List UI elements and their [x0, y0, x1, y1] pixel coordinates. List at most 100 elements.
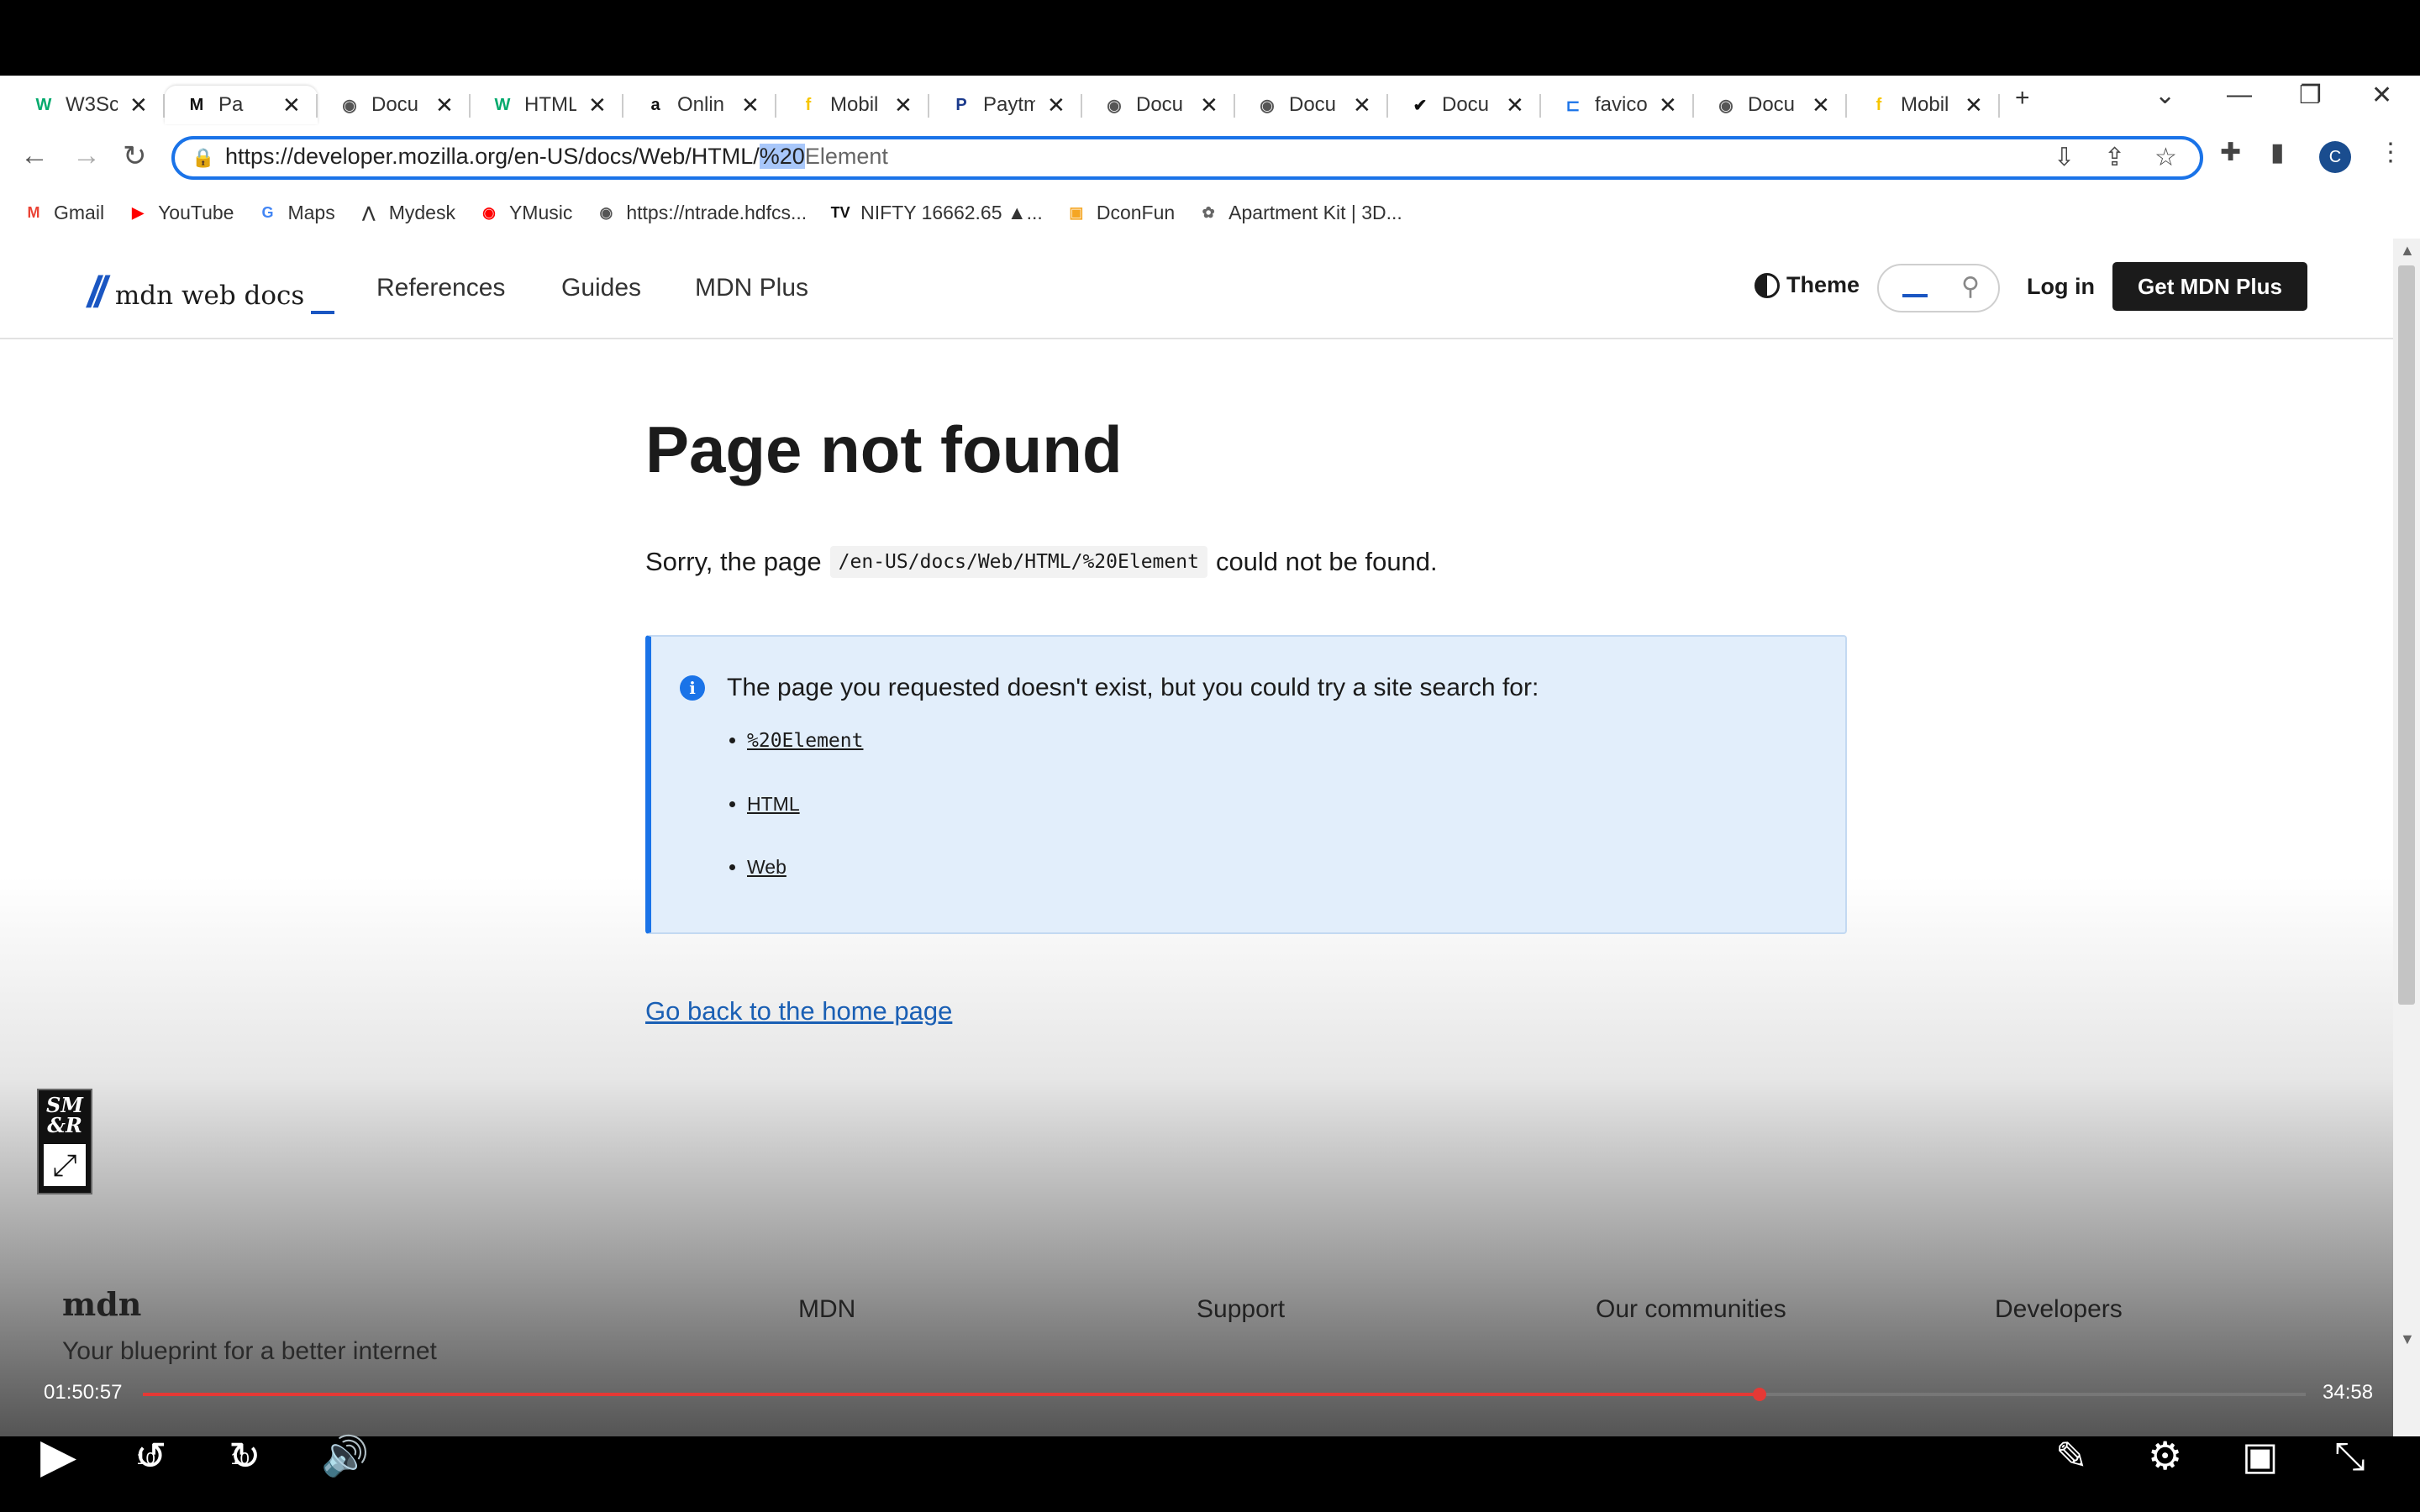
- browser-tab[interactable]: ◉ Docu ✕: [1235, 86, 1388, 124]
- tab-close-icon[interactable]: ✕: [1047, 92, 1065, 118]
- tab-close-icon[interactable]: ✕: [1659, 92, 1677, 118]
- forward-arrow-icon[interactable]: →: [72, 139, 101, 172]
- not-found-message: Sorry, the page /en-US/docs/Web/HTML/%20…: [645, 546, 1438, 578]
- browser-tab[interactable]: ◉ Docu ✕: [1082, 86, 1235, 124]
- site-search-input[interactable]: ⚲: [1877, 264, 2000, 312]
- nav-references[interactable]: References: [376, 274, 505, 302]
- home-page-link[interactable]: Go back to the home page: [645, 996, 952, 1026]
- bookmark-item[interactable]: G Maps: [257, 202, 334, 224]
- bookmark-item[interactable]: ◉ https://ntrade.hdfcs...: [596, 202, 808, 224]
- suggestion-link[interactable]: Web: [747, 856, 786, 878]
- nav-mdn-plus[interactable]: MDN Plus: [695, 274, 808, 302]
- reload-icon[interactable]: ↻: [123, 139, 147, 173]
- bookmark-star-icon[interactable]: ☆: [2154, 143, 2177, 172]
- browser-tab[interactable]: W W3Sch ✕: [12, 86, 165, 124]
- tab-close-icon[interactable]: ✕: [1200, 92, 1218, 118]
- address-bar[interactable]: 🔒 https://developer.mozilla.org/en-US/do…: [171, 136, 2203, 180]
- volume-icon[interactable]: 🔊: [321, 1433, 369, 1479]
- tab-close-icon[interactable]: ✕: [588, 92, 607, 118]
- scroll-up-icon[interactable]: ▲: [2400, 242, 2415, 260]
- tab-title: Onlin: [677, 93, 725, 116]
- tab-close-icon[interactable]: ✕: [894, 92, 913, 118]
- annotate-pencil-icon[interactable]: ✎: [2055, 1433, 2088, 1478]
- browser-tab[interactable]: ◉ Docu ✕: [1694, 86, 1847, 124]
- get-mdn-plus-button[interactable]: Get MDN Plus: [2112, 262, 2307, 311]
- scroll-down-icon[interactable]: ▼: [2400, 1331, 2415, 1348]
- picture-in-picture-icon[interactable]: ▣: [2242, 1433, 2278, 1478]
- ymusic-icon: ◉: [482, 203, 496, 221]
- close-window-icon[interactable]: ✕: [2371, 81, 2392, 110]
- bookmark-item[interactable]: TV NIFTY 16662.65 ▲...: [830, 202, 1043, 224]
- tab-close-icon[interactable]: ✕: [1353, 92, 1371, 118]
- side-panel-icon[interactable]: ▮: [2270, 138, 2285, 167]
- footer-col-support: Support: [1197, 1295, 1286, 1323]
- expand-arrow-icon[interactable]: ⤢: [44, 1144, 86, 1186]
- back-arrow-icon[interactable]: ←: [20, 139, 49, 172]
- tab-close-icon[interactable]: ✕: [129, 92, 148, 118]
- share-icon[interactable]: ⇪: [2104, 143, 2125, 172]
- tab-title: Docu: [1748, 93, 1796, 116]
- browser-tab[interactable]: ◉ Docu ✕: [318, 86, 471, 124]
- bookmark-label: YMusic: [508, 201, 573, 223]
- browser-tab[interactable]: f Mobil ✕: [1847, 86, 2000, 124]
- browser-tab[interactable]: M Pa ✕: [165, 86, 318, 124]
- login-link[interactable]: Log in: [2027, 274, 2095, 300]
- smr-logo-icon: SM &R: [46, 1093, 83, 1137]
- extensions-puzzle-icon[interactable]: ✚: [2220, 138, 2241, 167]
- tab-close-icon[interactable]: ✕: [741, 92, 760, 118]
- bookmark-item[interactable]: ✿ Apartment Kit | 3D...: [1198, 202, 1402, 224]
- browser-tab[interactable]: ✔ Docu ✕: [1388, 86, 1541, 124]
- kebab-menu-icon[interactable]: ⋮: [2378, 138, 2403, 167]
- seek-bar[interactable]: [143, 1388, 2306, 1401]
- browser-tab[interactable]: a Onlin ✕: [623, 86, 776, 124]
- forward-10-icon[interactable]: ↻10: [229, 1433, 280, 1478]
- browser-tab[interactable]: ⊏ favico ✕: [1541, 86, 1694, 124]
- tab-close-icon[interactable]: ✕: [1506, 92, 1524, 118]
- restore-icon[interactable]: ❐: [2299, 81, 2322, 110]
- play-icon[interactable]: ▶: [40, 1428, 76, 1483]
- logo-cursor-icon: [311, 311, 335, 314]
- gmail-icon: M: [27, 203, 40, 221]
- minimize-icon[interactable]: —: [2227, 81, 2252, 109]
- nav-guides[interactable]: Guides: [561, 274, 641, 302]
- mdn-header: // mdn web docs References Guides MDN Pl…: [0, 239, 2393, 339]
- suggestion-list: %20Element HTML Web: [697, 727, 863, 917]
- exit-fullscreen-icon[interactable]: ⤡: [2334, 1433, 2365, 1480]
- install-app-icon[interactable]: ⇩: [2054, 143, 2075, 172]
- bookmark-item[interactable]: ◉ YMusic: [479, 202, 572, 224]
- tab-title: Docu: [1442, 93, 1490, 116]
- suggestion-link[interactable]: HTML: [747, 793, 800, 815]
- tab-close-icon[interactable]: ✕: [1965, 92, 1983, 118]
- page-title: Page not found: [645, 412, 1123, 486]
- bookmark-item[interactable]: M Gmail: [24, 202, 105, 224]
- tab-close-icon[interactable]: ✕: [435, 92, 454, 118]
- smr-overlay-widget[interactable]: SM &R ⤢: [37, 1089, 92, 1194]
- settings-gear-icon[interactable]: ⚙: [2148, 1433, 2182, 1478]
- url-text[interactable]: https://developer.mozilla.org/en-US/docs…: [225, 144, 888, 170]
- list-item: HTML: [747, 791, 863, 816]
- bookmark-item[interactable]: ▶ YouTube: [128, 202, 234, 224]
- tab-close-icon[interactable]: ✕: [282, 92, 301, 118]
- globe-icon: ◉: [1718, 96, 1733, 115]
- tab-close-icon[interactable]: ✕: [1812, 92, 1830, 118]
- seek-handle[interactable]: [1753, 1388, 1767, 1401]
- browser-tab[interactable]: W HTML ✕: [471, 86, 623, 124]
- scrollbar-thumb[interactable]: [2398, 265, 2415, 1005]
- theme-button[interactable]: Theme: [1754, 272, 1860, 298]
- bookmark-item[interactable]: ⋀ Mydesk: [359, 202, 455, 224]
- page-scrollbar[interactable]: ▲ ▼: [2393, 239, 2420, 1436]
- browser-tab[interactable]: f Mobil ✕: [776, 86, 929, 124]
- footer-col-mdn: MDN: [798, 1295, 856, 1323]
- rewind-10-icon[interactable]: ↺10: [134, 1433, 186, 1478]
- bookmark-label: YouTube: [158, 201, 234, 223]
- footer-logo[interactable]: mdn: [62, 1285, 141, 1323]
- bookmark-item[interactable]: ▣ DconFun: [1066, 202, 1175, 224]
- tab-title: Paytm: [983, 93, 1035, 116]
- google-icon: G: [261, 203, 274, 221]
- browser-tab[interactable]: P Paytm ✕: [929, 86, 1082, 124]
- tab-search-chevron-icon[interactable]: ⌄: [2154, 81, 2175, 110]
- suggestion-link[interactable]: %20Element: [747, 729, 863, 752]
- profile-avatar[interactable]: C: [2319, 141, 2351, 173]
- mdn-logo[interactable]: // mdn web docs: [87, 267, 335, 318]
- new-tab-icon[interactable]: +: [2015, 84, 2030, 113]
